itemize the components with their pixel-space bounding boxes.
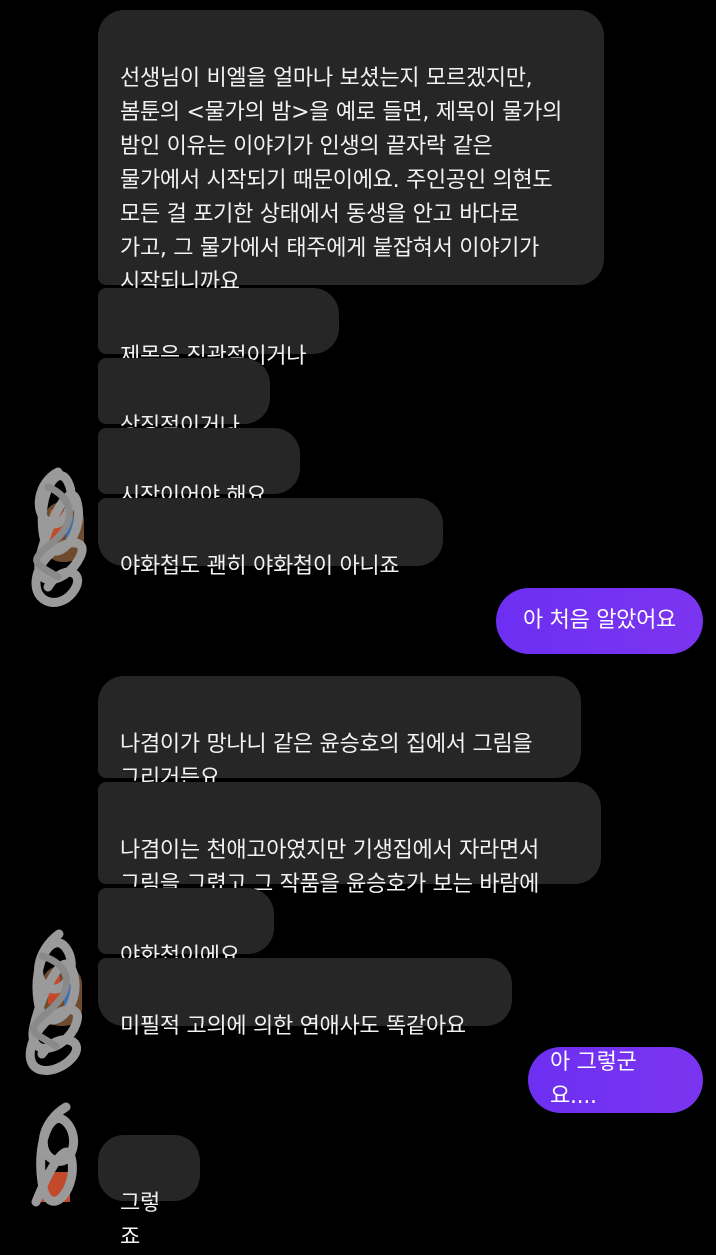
- message-bubble-received[interactable]: 제목은 직관적이거나: [98, 288, 339, 369]
- message-bubble-received[interactable]: 야화첩도 괜히 야화첩이 아니죠: [98, 498, 443, 579]
- message-text: 아 그렇군요....: [550, 1050, 637, 1109]
- message-bubble-received[interactable]: 시작이어야 해요: [98, 428, 300, 509]
- message-text: 야화첩도 괜히 야화첩이 아니죠: [120, 554, 400, 579]
- scribbled-avatar-icon[interactable]: [24, 926, 84, 1076]
- message-bubble-received[interactable]: 미필적 고의에 의한 연애사도 똑같아요: [98, 958, 512, 1039]
- message-bubble-received[interactable]: 야화첩이에요: [98, 888, 274, 969]
- scribbled-avatar-icon[interactable]: [28, 462, 88, 612]
- message-bubble-received[interactable]: 선생님이 비엘을 얼마나 보셨는지 모르겠지만, 봄툰의 <물가의 밤>을 예로…: [98, 10, 604, 295]
- message-bubble-received[interactable]: 나겸이는 천애고아였지만 기생집에서 자라면서 그림을 그렸고 그 작품을 윤승…: [98, 782, 601, 897]
- chat-thread: 선생님이 비엘을 얼마나 보셨는지 모르겠지만, 봄툰의 <물가의 밤>을 예로…: [0, 0, 716, 1250]
- message-bubble-received[interactable]: 나겸이가 망나니 같은 윤승호의 집에서 그림을 그리거든요: [98, 676, 581, 791]
- scribbled-avatar-icon[interactable]: [26, 1102, 86, 1252]
- message-bubble-sent[interactable]: 아 처음 알았어요: [496, 588, 703, 654]
- message-text: 미필적 고의에 의한 연애사도 똑같아요: [120, 1014, 466, 1039]
- message-text: 아 처음 알았어요: [523, 608, 676, 633]
- message-bubble-received[interactable]: 상징적이거나: [98, 358, 270, 439]
- message-bubble-sent[interactable]: 아 그렇군요....: [528, 1047, 703, 1113]
- message-text: 선생님이 비엘을 얼마나 보셨는지 모르겠지만, 봄툰의 <물가의 밤>을 예로…: [120, 66, 563, 295]
- message-bubble-received[interactable]: 그렇죠: [98, 1135, 200, 1250]
